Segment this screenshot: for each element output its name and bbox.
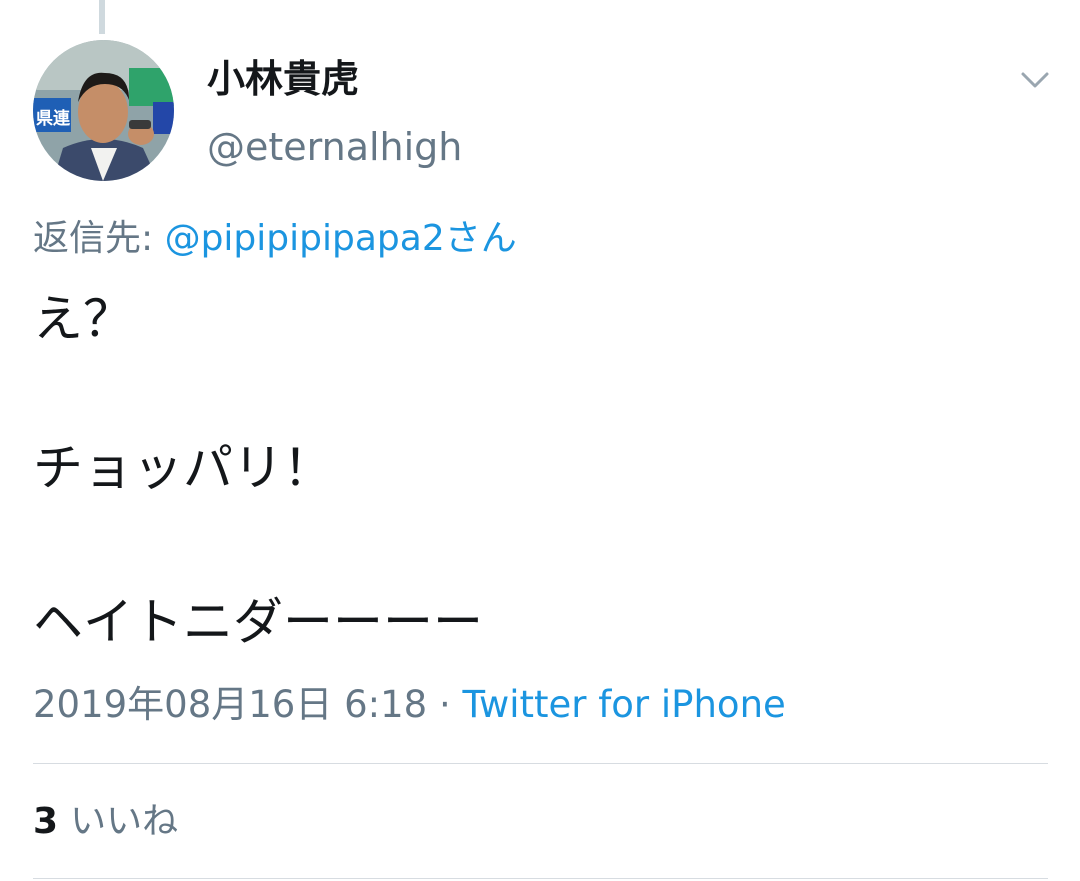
tweet-timestamp[interactable]: 2019年08月16日 6:18 — [33, 683, 427, 726]
tweet-menu-button[interactable] — [1018, 66, 1052, 94]
tweet-client-link[interactable]: Twitter for iPhone — [462, 683, 785, 726]
meta-separator: · — [427, 683, 463, 726]
likes-count: 3 — [33, 801, 59, 842]
tweet-text-line: チョッパリ！ — [33, 439, 333, 497]
likes-label: いいね — [70, 801, 179, 842]
divider — [33, 878, 1048, 879]
tweet-text-line: え？ — [33, 290, 133, 348]
reply-to-user-link[interactable]: @pipipipipapa2さん — [165, 218, 517, 259]
author-display-name[interactable]: 小林貴虎 — [207, 56, 359, 102]
likes-stat[interactable]: 3 いいね — [33, 799, 178, 845]
avatar-sign-text: 県連 — [36, 108, 71, 129]
thread-connector-line — [99, 0, 105, 34]
tweet-text-line: ヘイトニダーーーー — [33, 593, 483, 651]
avatar[interactable]: 県連 — [33, 40, 174, 181]
tweet-meta: 2019年08月16日 6:18 · Twitter for iPhone — [33, 682, 786, 728]
avatar-photo: 県連 — [33, 40, 174, 181]
chevron-down-icon — [1021, 72, 1049, 88]
divider — [33, 763, 1048, 764]
reply-prefix: 返信先: — [33, 218, 165, 259]
reply-context: 返信先: @pipipipipapa2さん — [33, 216, 517, 262]
author-handle[interactable]: @eternalhigh — [207, 124, 462, 170]
